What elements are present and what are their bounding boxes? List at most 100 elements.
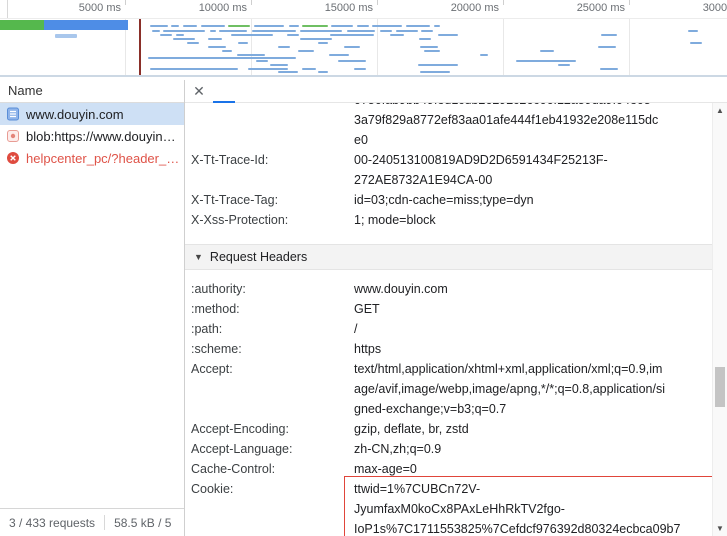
load-event-marker — [139, 19, 141, 75]
headers-detail-panel: ✕ 0750fab9bb49fed1cdb26292c26c06f12a59da… — [185, 80, 727, 536]
waterfall-bar — [44, 20, 128, 30]
request-row[interactable]: www.douyin.com — [0, 103, 184, 125]
requests-count: 3 / 433 requests — [0, 516, 104, 530]
waterfall-bar — [601, 34, 617, 36]
header-row: X-Tt-Trace-Tag: id=03;cdn-cache=miss;typ… — [191, 190, 712, 210]
waterfall-bar — [357, 25, 369, 27]
waterfall-bar — [270, 64, 288, 66]
ruler-origin-line — [7, 0, 8, 18]
request-headers-rows: :authority: www.douyin.com :method: GET … — [191, 279, 712, 536]
headers-content[interactable]: 0750fab9bb49fed1cdb26292c26c06f12a59da9f… — [185, 103, 712, 536]
network-overview[interactable]: 5000 ms 10000 ms 15000 ms 20000 ms 2 — [0, 0, 727, 80]
header-row: :authority: www.douyin.com — [191, 279, 712, 299]
status-bar: 3 / 433 requests 58.5 kB / 5 — [0, 508, 184, 536]
waterfall-bar — [55, 34, 77, 38]
waterfall-bar — [516, 60, 576, 62]
tick-label: 30000 ms — [703, 2, 727, 14]
waterfall-bar — [201, 25, 225, 27]
waterfall-bar — [354, 68, 366, 70]
waterfall-bar — [160, 34, 172, 36]
header-key: Cookie: — [191, 479, 354, 499]
section-title: Request Headers — [210, 245, 307, 269]
tab[interactable] — [301, 80, 323, 103]
waterfall-bar — [298, 50, 314, 52]
waterfall-bar — [287, 34, 299, 36]
header-value: 00-240513100819AD9D2D6591434F25213F-272A… — [354, 150, 712, 190]
waterfall-bar — [150, 68, 238, 70]
close-icon[interactable]: ✕ — [185, 83, 213, 100]
request-row[interactable]: blob:https://www.douyin… — [0, 125, 184, 147]
tab[interactable] — [279, 80, 301, 103]
header-value: zh-CN,zh;q=0.9 — [354, 439, 712, 459]
waterfall-bar — [690, 42, 702, 44]
tab[interactable] — [213, 80, 235, 103]
collapse-triangle-icon: ▼ — [194, 245, 203, 269]
name-column-header[interactable]: Name — [0, 80, 184, 103]
waterfall-bar — [248, 68, 288, 70]
devtools-network-panel: 5000 ms 10000 ms 15000 ms 20000 ms 2 — [0, 0, 727, 536]
header-value: text/html,application/xhtml+xml,applicat… — [354, 359, 712, 419]
waterfall-bar — [330, 34, 374, 36]
header-key: Accept-Encoding: — [191, 419, 354, 439]
waterfall-bar — [688, 30, 698, 32]
header-value: gzip, deflate, br, zstd — [354, 419, 712, 439]
header-key: Cache-Control: — [191, 459, 354, 479]
detail-tabs — [213, 80, 345, 103]
media-icon — [6, 129, 20, 143]
waterfall-bar — [173, 38, 195, 40]
header-row: Accept-Language: zh-CN,zh;q=0.9 — [191, 439, 712, 459]
waterfall-bar — [318, 42, 328, 44]
waterfall-bar — [419, 38, 431, 40]
header-value: https — [354, 339, 712, 359]
tick-label: 20000 ms — [451, 2, 499, 14]
waterfall-bar — [256, 60, 268, 62]
header-value: / — [354, 319, 712, 339]
tab[interactable] — [323, 80, 345, 103]
scrollbar-thumb[interactable] — [715, 367, 725, 407]
waterfall-bar — [0, 20, 44, 30]
request-headers-section[interactable]: ▼ Request Headers — [185, 244, 712, 270]
scroll-up-icon[interactable]: ▲ — [713, 106, 727, 115]
header-row: X-Xss-Protection: 1; mode=block — [191, 210, 712, 230]
waterfall-bar — [219, 30, 247, 32]
header-key: Accept-Language: — [191, 439, 354, 459]
waterfall-bar — [558, 64, 570, 66]
waterfall-bar — [278, 71, 298, 73]
header-row: :scheme: https — [191, 339, 712, 359]
header-row: Cookie: ttwid=1%7CUBCn72V-JyumfaxM0koCx8… — [191, 479, 712, 536]
transferred-size: 58.5 kB / 5 — [105, 516, 180, 530]
error-icon — [6, 151, 20, 165]
header-row: Accept: text/html,application/xhtml+xml,… — [191, 359, 712, 419]
waterfall-bar — [228, 25, 250, 27]
waterfall-bar — [302, 25, 328, 27]
header-key: :path: — [191, 319, 354, 339]
waterfall-bar — [338, 60, 366, 62]
header-key: :authority: — [191, 279, 354, 299]
waterfall-bar — [152, 30, 160, 32]
ruler-separator — [0, 18, 727, 19]
waterfall-bar — [424, 50, 440, 52]
waterfall-bar — [254, 25, 284, 27]
tab[interactable] — [235, 80, 257, 103]
waterfall-bar — [438, 34, 458, 36]
header-row: :path: / — [191, 319, 712, 339]
header-key: X-Tt-Trace-Tag: — [191, 190, 354, 210]
waterfall-bar — [390, 34, 404, 36]
tab[interactable] — [257, 80, 279, 103]
scroll-down-icon[interactable]: ▼ — [713, 524, 727, 533]
waterfall-bar — [150, 25, 168, 27]
header-key: :scheme: — [191, 339, 354, 359]
request-row[interactable]: helpcenter_pc/?header_t… — [0, 147, 184, 169]
header-row: X-Tt-Trace-Id: 00-240513100819AD9D2D6591… — [191, 150, 712, 190]
waterfall-bar — [331, 25, 353, 27]
waterfall-bar — [210, 30, 216, 32]
waterfall-bar — [406, 25, 430, 27]
waterfall-bar — [238, 42, 248, 44]
requests-panel: Name www.douyin.com — [0, 80, 185, 536]
waterfall-bar — [329, 54, 349, 56]
waterfall-bar — [372, 25, 402, 27]
vertical-scrollbar[interactable]: ▲ ▼ — [712, 103, 727, 536]
header-value: id=03;cdn-cache=miss;type=dyn — [354, 190, 712, 210]
waterfall-bar — [231, 34, 273, 36]
header-key: X-Tt-Trace-Id: — [191, 150, 354, 170]
